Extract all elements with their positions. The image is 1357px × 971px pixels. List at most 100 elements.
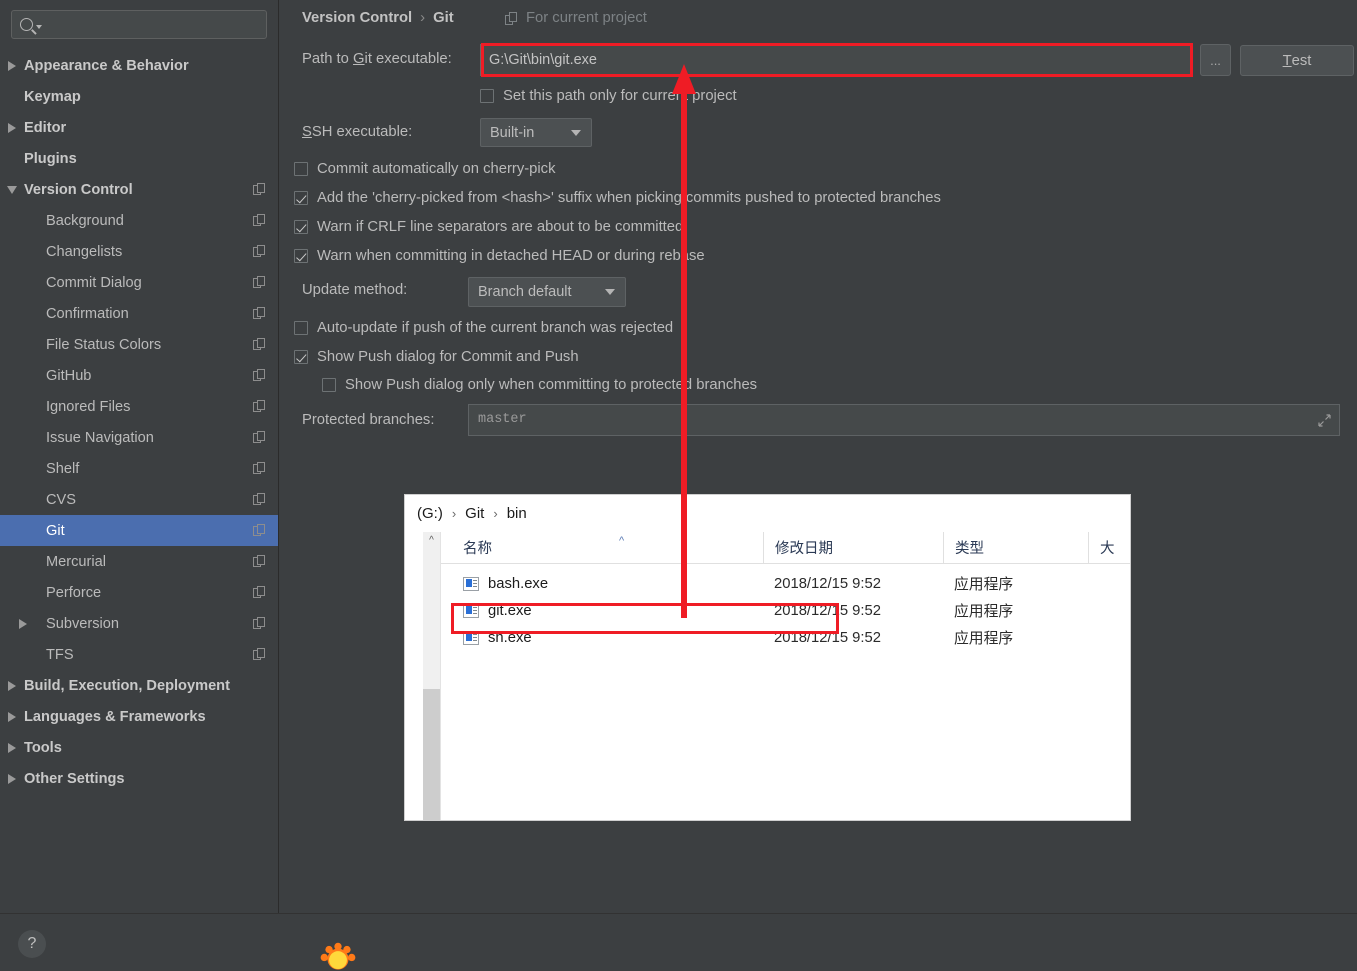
- sidebar-item-shelf[interactable]: Shelf: [0, 453, 278, 484]
- ssh-label-accel: S: [302, 124, 312, 140]
- breadcrumb-root[interactable]: Version Control: [302, 10, 412, 26]
- protected-branches-value: master: [478, 412, 527, 427]
- browse-button[interactable]: ...: [1200, 44, 1231, 76]
- explorer-rows: bash.exe 2018/12/15 9:52 应用程序 git.exe 2018/1…: [441, 564, 1130, 651]
- update-method-select[interactable]: Branch default: [468, 277, 626, 307]
- set-path-only-row[interactable]: Set this path only for current project: [480, 88, 737, 104]
- commit-auto-cherry-pick-checkbox[interactable]: [294, 162, 308, 176]
- sidebar-item-label: Ignored Files: [46, 398, 131, 415]
- sidebar-item-label: Subversion: [46, 615, 120, 632]
- sidebar-item-confirmation[interactable]: Confirmation: [0, 298, 278, 329]
- auto-update-push-rejected-label: Auto-update if push of the current branc…: [317, 320, 674, 336]
- breadcrumb: Version Control › Git: [302, 10, 454, 26]
- sidebar-item-build-execution-deployment[interactable]: Build, Execution, Deployment: [0, 670, 278, 701]
- commit-auto-cherry-pick-row[interactable]: Commit automatically on cherry-pick: [294, 161, 555, 177]
- sidebar-item-ignored-files[interactable]: Ignored Files: [0, 391, 278, 422]
- chevron-down-icon[interactable]: [7, 185, 17, 194]
- sidebar-item-git[interactable]: Git: [0, 515, 278, 546]
- file-explorer-window[interactable]: (G:) › Git › bin ^ 名称 修改日期 类型 大 ^ bash.exe 20…: [405, 495, 1130, 820]
- project-scope-icon: [253, 586, 266, 599]
- chevron-right-icon[interactable]: [8, 60, 16, 71]
- project-scope-icon: [253, 214, 266, 227]
- file-name-cell: sh.exe: [441, 630, 763, 646]
- column-header-type[interactable]: 类型: [943, 532, 1088, 563]
- project-scope-icon: [253, 245, 266, 258]
- sidebar-item-version-control[interactable]: Version Control: [0, 174, 278, 205]
- explorer-breadcrumb-part[interactable]: Git: [465, 505, 484, 522]
- explorer-breadcrumb-part[interactable]: bin: [507, 505, 527, 522]
- expand-toggle: [0, 618, 46, 629]
- set-path-only-label: Set this path only for current project: [503, 88, 737, 104]
- chevron-right-icon[interactable]: [8, 742, 16, 753]
- git-executable-path-input[interactable]: G:\Git\bin\git.exe: [480, 44, 1192, 76]
- test-label-post: est: [1291, 52, 1312, 69]
- column-header-size[interactable]: 大: [1088, 532, 1130, 563]
- sidebar-item-changelists[interactable]: Changelists: [0, 236, 278, 267]
- help-button[interactable]: ?: [18, 930, 46, 958]
- auto-update-push-rejected-checkbox[interactable]: [294, 321, 308, 335]
- set-path-only-checkbox[interactable]: [480, 89, 494, 103]
- column-header-name[interactable]: 名称: [441, 532, 763, 563]
- chevron-right-icon[interactable]: [8, 122, 16, 133]
- sidebar-item-label: Mercurial: [46, 553, 107, 570]
- chevron-right-icon[interactable]: [8, 773, 16, 784]
- sidebar-item-issue-navigation[interactable]: Issue Navigation: [0, 422, 278, 453]
- sidebar-item-file-status-colors[interactable]: File Status Colors: [0, 329, 278, 360]
- show-push-dialog-checkbox[interactable]: [294, 350, 308, 364]
- breadcrumb-leaf: Git: [433, 10, 454, 26]
- add-cherry-picked-suffix-checkbox[interactable]: [294, 191, 308, 205]
- sidebar-item-tools[interactable]: Tools: [0, 732, 278, 763]
- warn-crlf-label: Warn if CRLF line separators are about t…: [317, 219, 684, 235]
- sidebar-item-languages-frameworks[interactable]: Languages & Frameworks: [0, 701, 278, 732]
- sidebar-item-label: File Status Colors: [46, 336, 162, 353]
- chevron-right-icon[interactable]: [8, 711, 16, 722]
- explorer-breadcrumb[interactable]: (G:) › Git › bin: [405, 495, 1130, 532]
- column-header-date[interactable]: 修改日期: [763, 532, 943, 563]
- auto-update-push-rejected-row[interactable]: Auto-update if push of the current branc…: [294, 320, 673, 336]
- nav-scrollbar-lower[interactable]: [423, 689, 440, 820]
- chevron-right-icon[interactable]: [19, 618, 27, 629]
- warn-crlf-row[interactable]: Warn if CRLF line separators are about t…: [294, 219, 683, 235]
- explorer-file-row[interactable]: git.exe 2018/12/15 9:52 应用程序: [441, 597, 1130, 624]
- sidebar-item-label: TFS: [46, 646, 74, 663]
- chevron-up-icon[interactable]: ^: [423, 532, 440, 549]
- ssh-executable-select[interactable]: Built-in: [480, 118, 592, 147]
- sidebar-item-commit-dialog[interactable]: Commit Dialog: [0, 267, 278, 298]
- explorer-breadcrumb-part[interactable]: (G:): [417, 505, 443, 522]
- executable-file-icon: [463, 576, 479, 591]
- warn-crlf-checkbox[interactable]: [294, 220, 308, 234]
- commit-auto-cherry-pick-label: Commit automatically on cherry-pick: [317, 161, 556, 177]
- sidebar-item-mercurial[interactable]: Mercurial: [0, 546, 278, 577]
- show-push-dialog-row[interactable]: Show Push dialog for Commit and Push: [294, 349, 579, 365]
- sidebar-item-tfs[interactable]: TFS: [0, 639, 278, 670]
- sidebar-item-perforce[interactable]: Perforce: [0, 577, 278, 608]
- sidebar-item-label: CVS: [46, 491, 77, 508]
- explorer-file-row[interactable]: sh.exe 2018/12/15 9:52 应用程序: [441, 624, 1130, 651]
- sidebar-item-background[interactable]: Background: [0, 205, 278, 236]
- sidebar-item-label: Git: [46, 522, 65, 539]
- search-input[interactable]: [11, 10, 267, 39]
- sidebar-item-editor[interactable]: Editor: [0, 112, 278, 143]
- nav-scrollbar-thumb[interactable]: [423, 549, 440, 689]
- collapse-toggle: [0, 185, 24, 194]
- warn-detached-head-row[interactable]: Warn when committing in detached HEAD or…: [294, 248, 705, 264]
- sidebar-item-keymap[interactable]: Keymap: [0, 81, 278, 112]
- chevron-right-icon[interactable]: [8, 680, 16, 691]
- show-push-dialog-protected-row[interactable]: Show Push dialog only when committing to…: [322, 377, 757, 393]
- show-push-dialog-protected-checkbox[interactable]: [322, 378, 336, 392]
- sidebar-item-subversion[interactable]: Subversion: [0, 608, 278, 639]
- test-button[interactable]: Test: [1240, 45, 1354, 76]
- sidebar-item-github[interactable]: GitHub: [0, 360, 278, 391]
- add-cherry-picked-suffix-row[interactable]: Add the 'cherry-picked from <hash>' suff…: [294, 190, 941, 206]
- sidebar-item-plugins[interactable]: Plugins: [0, 143, 278, 174]
- warn-detached-head-checkbox[interactable]: [294, 249, 308, 263]
- executable-file-icon: [463, 630, 479, 645]
- sidebar-item-appearance-behavior[interactable]: Appearance & Behavior: [0, 50, 278, 81]
- breadcrumb-separator: ›: [493, 506, 498, 521]
- expand-icon[interactable]: [1318, 414, 1331, 427]
- path-label-post: it executable:: [364, 51, 452, 67]
- explorer-file-row[interactable]: bash.exe 2018/12/15 9:52 应用程序: [441, 570, 1130, 597]
- protected-branches-input[interactable]: master: [468, 404, 1340, 436]
- sidebar-item-cvs[interactable]: CVS: [0, 484, 278, 515]
- sidebar-item-other-settings[interactable]: Other Settings: [0, 763, 278, 794]
